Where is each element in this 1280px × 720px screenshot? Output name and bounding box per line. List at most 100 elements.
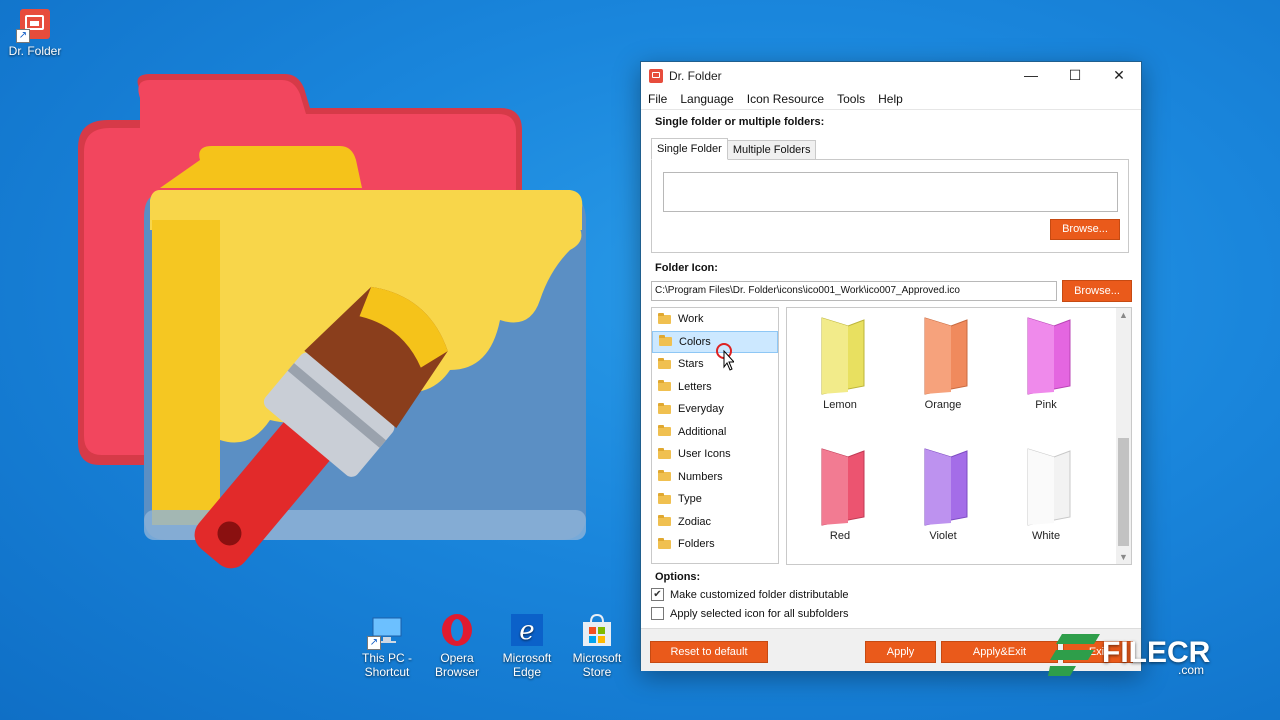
- list-item[interactable]: Everyday: [652, 398, 778, 421]
- folder-icon-label: Folder Icon:: [655, 262, 718, 274]
- option-label: Apply selected icon for all subfolders: [670, 608, 849, 620]
- folder-icon: [658, 495, 671, 504]
- app-icon: [649, 69, 663, 83]
- folder-icon: [658, 405, 671, 414]
- list-item[interactable]: Folders: [652, 533, 778, 556]
- desktop-icon-this-pc[interactable]: ↗ This PC - Shortcut: [352, 612, 422, 679]
- folder-tabs: Single Folder Multiple Folders: [651, 140, 815, 160]
- list-item[interactable]: Type: [652, 488, 778, 511]
- desktop-icon-label: Opera Browser: [422, 651, 492, 679]
- icon-item-red[interactable]: Red: [790, 443, 890, 542]
- menu-language[interactable]: Language: [680, 92, 733, 106]
- folder-path-field[interactable]: [663, 172, 1118, 212]
- single-folder-pane: Browse...: [651, 159, 1129, 253]
- desktop-icon-label: Microsoft Store: [562, 651, 632, 679]
- checkbox-unchecked-icon[interactable]: [651, 607, 664, 620]
- category-label: Stars: [678, 358, 704, 370]
- icon-grid-scrollbar[interactable]: ▲ ▼: [1116, 308, 1131, 564]
- menu-file[interactable]: File: [648, 92, 667, 106]
- option-distributable[interactable]: ✔ Make customized folder distributable: [651, 588, 849, 601]
- edge-icon: e: [509, 612, 545, 648]
- svg-text:e: e: [519, 616, 534, 646]
- red-folder-icon: [808, 443, 872, 527]
- category-label: Letters: [678, 381, 712, 393]
- folder-icon: [658, 472, 671, 481]
- menu-help[interactable]: Help: [878, 92, 903, 106]
- desktop-icon-label: Dr. Folder: [0, 44, 70, 58]
- reset-button[interactable]: Reset to default: [650, 641, 768, 663]
- dr-folder-logo-artwork: [70, 70, 630, 600]
- orange-folder-icon: [911, 312, 975, 396]
- this-pc-icon: ↗: [369, 612, 405, 648]
- desktop-icon-dr-folder[interactable]: ↗ Dr. Folder: [0, 7, 70, 58]
- list-item[interactable]: Work: [652, 308, 778, 331]
- icon-label: White: [996, 530, 1096, 542]
- dr-folder-window: Dr. Folder — ☐ ✕ File Language Icon Reso…: [640, 61, 1142, 671]
- category-label: Everyday: [678, 403, 724, 415]
- scroll-thumb[interactable]: [1118, 438, 1129, 546]
- folder-icon: [658, 427, 671, 436]
- icon-item-lemon[interactable]: Lemon: [790, 312, 890, 411]
- folder-browse-button[interactable]: Browse...: [1050, 219, 1120, 240]
- window-title: Dr. Folder: [669, 69, 722, 83]
- icon-label: Lemon: [790, 399, 890, 411]
- options-label: Options:: [655, 571, 700, 583]
- scroll-up-icon[interactable]: ▲: [1116, 308, 1131, 322]
- desktop-icon-label: This PC - Shortcut: [352, 651, 422, 679]
- filecr-logo-icon: [1048, 630, 1102, 680]
- minimize-button[interactable]: —: [1009, 62, 1053, 89]
- tab-multiple-folders[interactable]: Multiple Folders: [727, 140, 817, 160]
- apply-exit-button[interactable]: Apply&Exit: [941, 641, 1058, 663]
- lemon-folder-icon: [808, 312, 872, 396]
- icon-label: Red: [790, 530, 890, 542]
- desktop-icon-edge[interactable]: e Microsoft Edge: [492, 612, 562, 679]
- shortcut-arrow-icon: ↗: [16, 29, 30, 43]
- list-item[interactable]: User Icons: [652, 443, 778, 466]
- watermark-suffix: .com: [1178, 663, 1204, 677]
- title-bar[interactable]: Dr. Folder — ☐ ✕: [641, 62, 1141, 89]
- category-label: Additional: [678, 426, 726, 438]
- category-label: Folders: [678, 538, 715, 550]
- checkbox-checked-icon[interactable]: ✔: [651, 588, 664, 601]
- menu-icon-resource[interactable]: Icon Resource: [747, 92, 824, 106]
- icon-item-pink[interactable]: Pink: [996, 312, 1096, 411]
- maximize-button[interactable]: ☐: [1053, 62, 1097, 89]
- icon-item-white[interactable]: White: [996, 443, 1096, 542]
- folder-section-label: Single folder or multiple folders:: [655, 116, 824, 128]
- folder-icon: [659, 337, 672, 346]
- icon-item-violet[interactable]: Violet: [893, 443, 993, 542]
- scroll-down-icon[interactable]: ▼: [1116, 550, 1131, 564]
- desktop-icon-opera[interactable]: Opera Browser: [422, 612, 492, 679]
- folder-icon: [658, 360, 671, 369]
- list-item[interactable]: Additional: [652, 421, 778, 444]
- category-label: Work: [678, 313, 703, 325]
- icon-grid: Lemon Orange Pink Red Violet White ▲ ▼: [786, 307, 1132, 565]
- icon-label: Violet: [893, 530, 993, 542]
- option-label: Make customized folder distributable: [670, 589, 849, 601]
- store-icon: [579, 612, 615, 648]
- desktop-icon-label: Microsoft Edge: [492, 651, 562, 679]
- desktop-icon-store[interactable]: Microsoft Store: [562, 612, 632, 679]
- filecr-watermark: FILECR .com: [1048, 630, 1218, 680]
- violet-folder-icon: [911, 443, 975, 527]
- menu-bar: File Language Icon Resource Tools Help: [641, 89, 1141, 110]
- folder-icon: [658, 517, 671, 526]
- folder-icon: [658, 450, 671, 459]
- dr-folder-app-icon: ↗: [18, 7, 52, 41]
- icon-item-orange[interactable]: Orange: [893, 312, 993, 411]
- shortcut-arrow-icon: ↗: [367, 636, 381, 650]
- pink-folder-icon: [1014, 312, 1078, 396]
- menu-tools[interactable]: Tools: [837, 92, 865, 106]
- category-label: Colors: [679, 336, 711, 348]
- tab-single-folder[interactable]: Single Folder: [651, 138, 728, 160]
- apply-button[interactable]: Apply: [865, 641, 936, 663]
- folder-icon: [658, 540, 671, 549]
- list-item[interactable]: Letters: [652, 376, 778, 399]
- icon-path-field[interactable]: C:\Program Files\Dr. Folder\icons\ico001…: [651, 281, 1057, 301]
- icon-browse-button[interactable]: Browse...: [1062, 280, 1132, 302]
- list-item[interactable]: Numbers: [652, 466, 778, 489]
- icon-label: Pink: [996, 399, 1096, 411]
- list-item[interactable]: Zodiac: [652, 511, 778, 534]
- close-button[interactable]: ✕: [1097, 62, 1141, 89]
- option-subfolders[interactable]: Apply selected icon for all subfolders: [651, 607, 849, 620]
